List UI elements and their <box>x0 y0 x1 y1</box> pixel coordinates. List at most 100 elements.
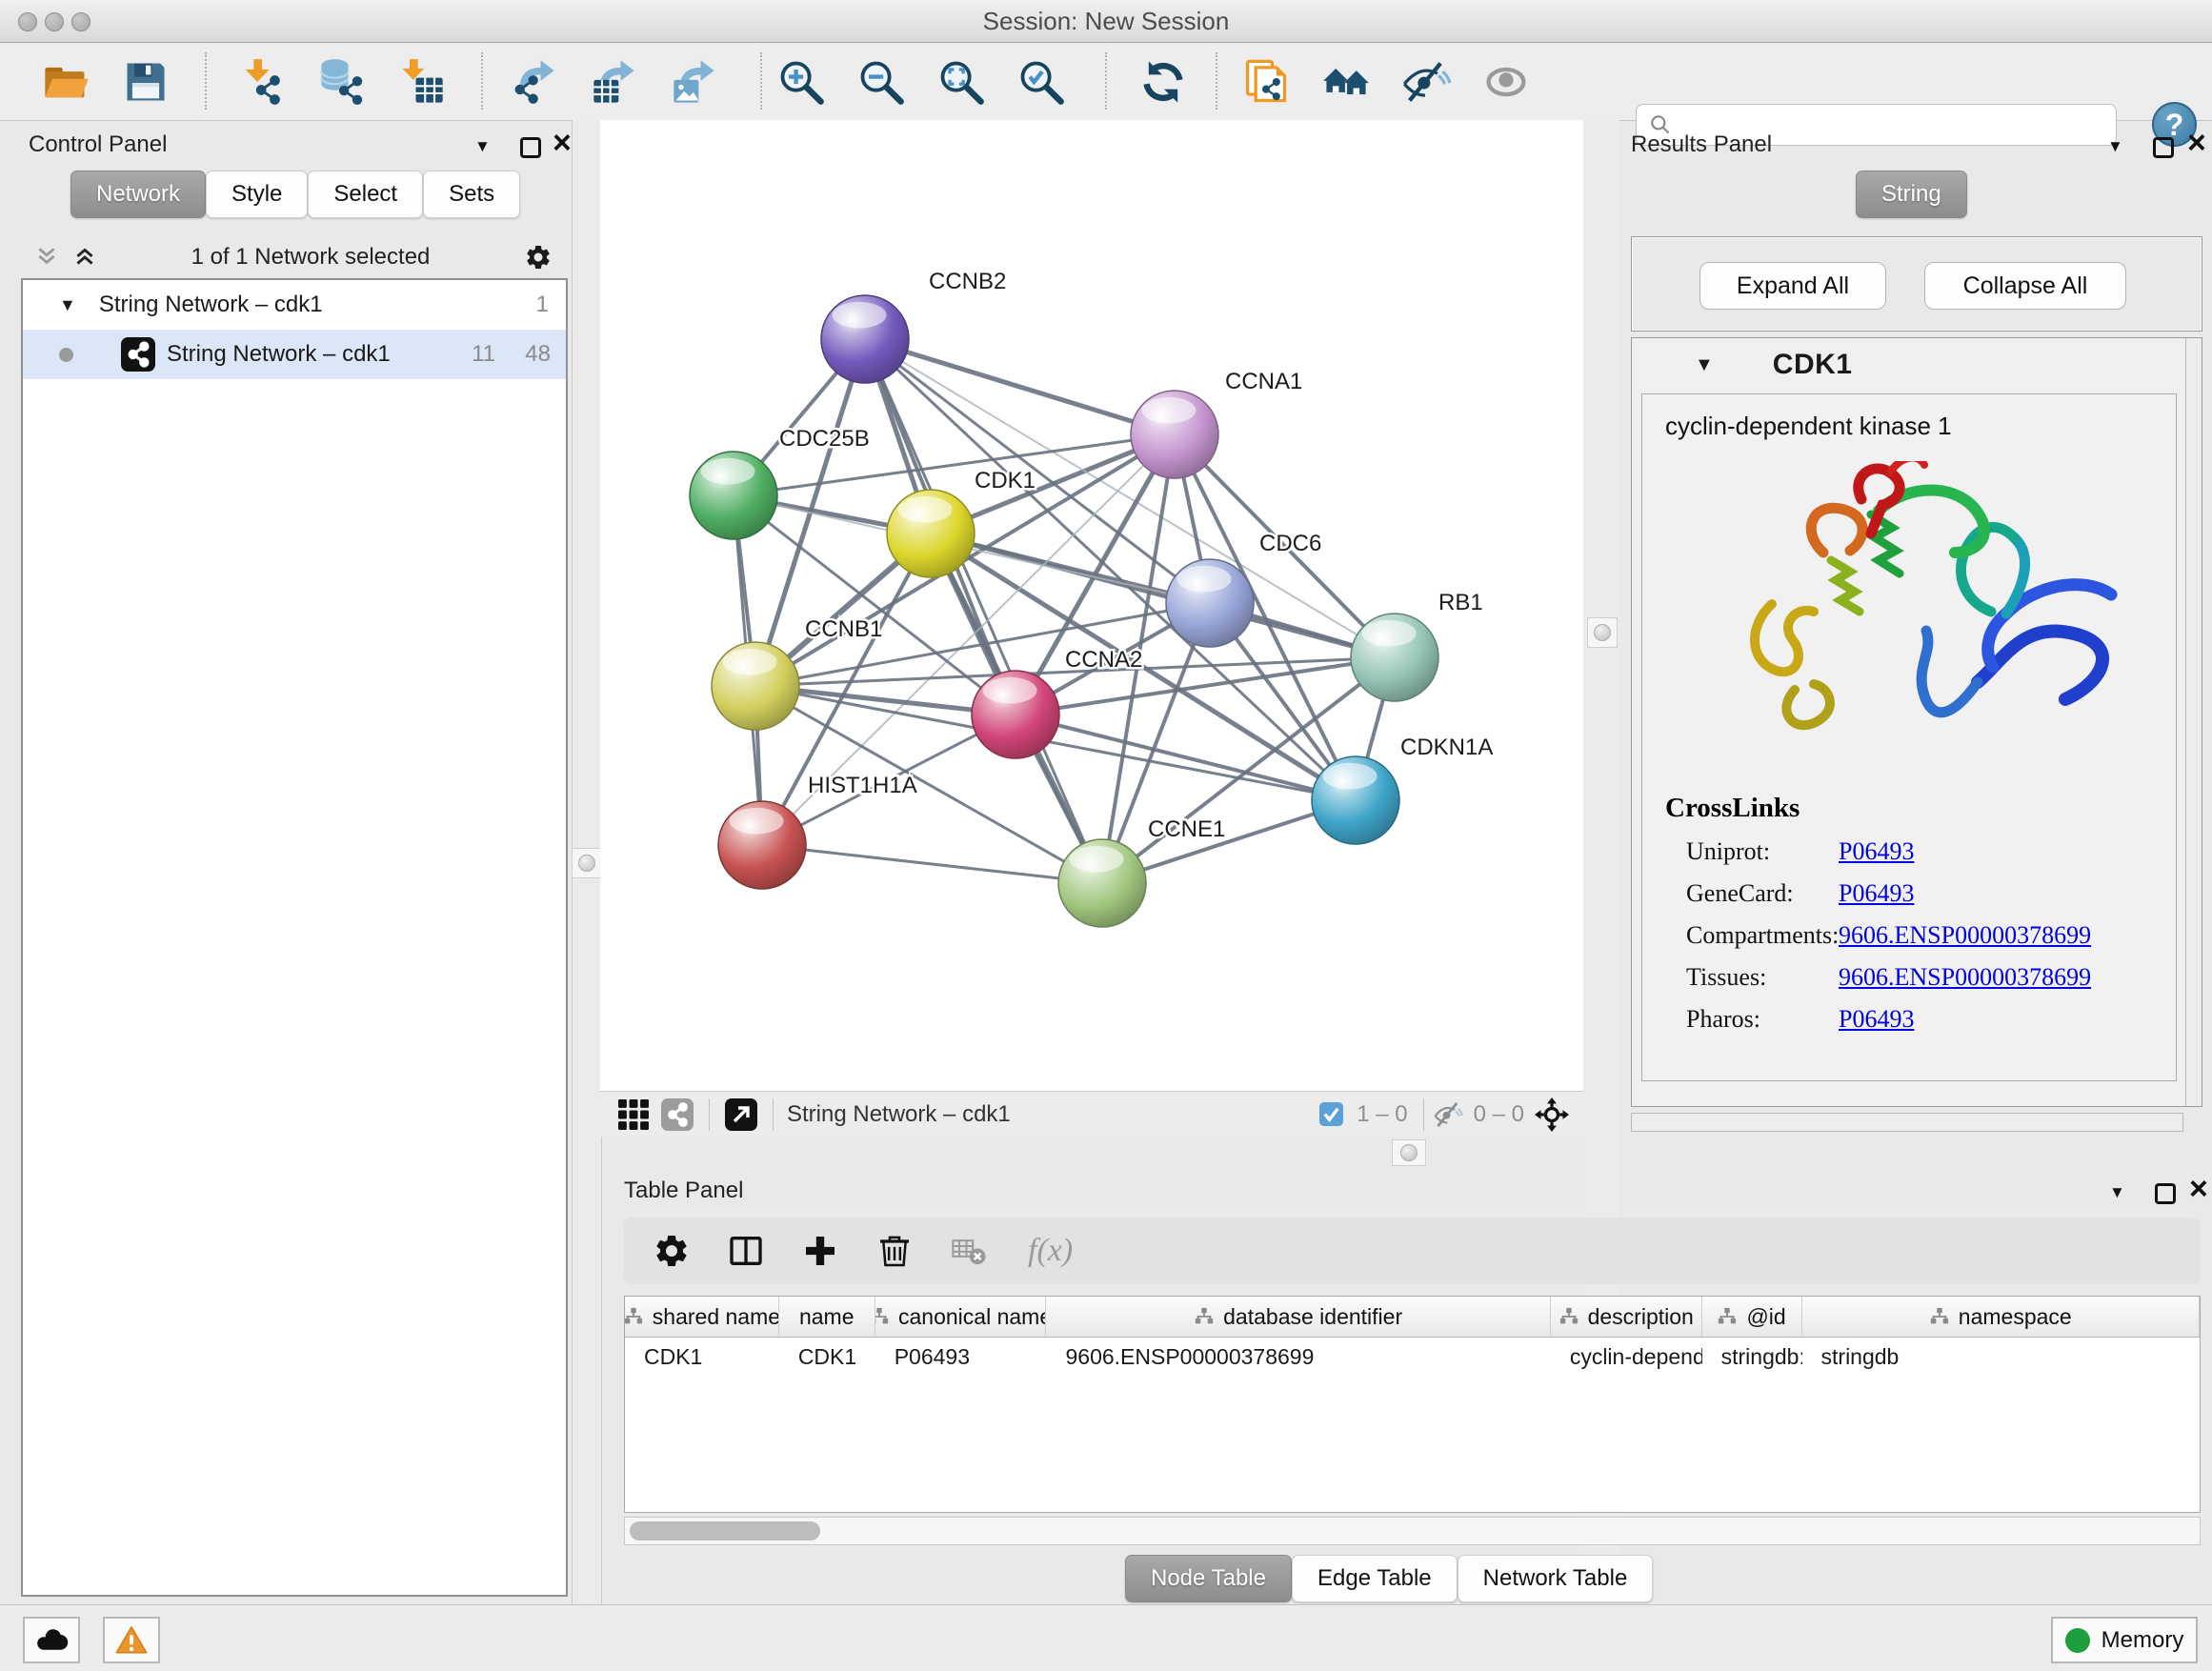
zoom-selected-button[interactable] <box>1014 53 1069 111</box>
results-vertical-scrollbar[interactable] <box>2185 338 2202 1106</box>
network-node-CCNB2[interactable]: CCNB2 <box>821 269 1006 383</box>
collapse-all-chevron-icon[interactable] <box>34 245 59 270</box>
tab-node-table[interactable]: Node Table <box>1125 1555 1292 1602</box>
zoom-out-button[interactable] <box>854 53 909 111</box>
table-cell[interactable]: stringdb:9... <box>1702 1338 1802 1376</box>
table-cell[interactable]: 9606.ENSP00000378699 <box>1046 1338 1550 1376</box>
table-panel-float-icon[interactable] <box>2155 1183 2176 1204</box>
control-panel-menu-caret-icon[interactable]: ▼ <box>474 137 491 156</box>
hide-panel-button[interactable] <box>1398 53 1454 111</box>
crosslink-link[interactable]: P06493 <box>1839 879 1914 908</box>
network-node-RB1[interactable]: RB1 <box>1351 590 1483 701</box>
save-session-button[interactable] <box>118 53 173 111</box>
import-table-button[interactable] <box>394 53 450 111</box>
results-horizontal-scrollbar[interactable] <box>1631 1113 2183 1132</box>
tab-sets[interactable]: Sets <box>423 171 520 218</box>
table-cell[interactable]: cyclin-dependent ... <box>1551 1338 1702 1376</box>
network-node-CDC25B[interactable]: CDC25B <box>690 426 870 539</box>
network-options-gear-icon[interactable] <box>524 243 553 272</box>
export-view-badge-icon[interactable] <box>723 1097 759 1133</box>
column-header-shared-name[interactable]: shared name <box>625 1297 779 1337</box>
column-header-description[interactable]: description <box>1551 1297 1702 1337</box>
left-splitter-grip[interactable] <box>572 848 602 878</box>
table-options-gear-button[interactable] <box>651 1230 693 1272</box>
node-label-CCNB1: CCNB1 <box>805 616 882 642</box>
show-panel-button[interactable] <box>1478 53 1534 111</box>
crosslink-link[interactable]: 9606.ENSP00000378699 <box>1839 963 2091 992</box>
control-panel-tabs: NetworkStyleSelectSets <box>70 171 520 218</box>
table-panel-close-icon[interactable]: × <box>2189 1179 2208 1198</box>
column-header--id[interactable]: @id <box>1702 1297 1802 1337</box>
column-header-name[interactable]: name <box>779 1297 875 1337</box>
collapse-all-button[interactable]: Collapse All <box>1924 262 2126 310</box>
table-cell[interactable]: P06493 <box>875 1338 1047 1376</box>
network-badge-gray-icon[interactable] <box>659 1097 695 1133</box>
export-network-button[interactable] <box>507 53 562 111</box>
tab-string[interactable]: String <box>1856 171 1967 218</box>
control-panel-close-icon[interactable]: × <box>553 133 572 152</box>
network-node-CDK1[interactable]: CDK1 <box>887 468 1036 577</box>
scrollbar-thumb[interactable] <box>630 1521 820 1540</box>
results-panel-menu-caret-icon[interactable]: ▼ <box>2107 137 2123 156</box>
show-columns-button[interactable] <box>725 1230 767 1272</box>
gene-section-caret-icon[interactable]: ▼ <box>1695 354 1714 376</box>
memory-label: Memory <box>2101 1627 2184 1654</box>
network-collection-row[interactable]: ▼ String Network – cdk1 1 <box>23 280 566 330</box>
network-row-selected[interactable]: String Network – cdk1 11 48 <box>23 330 566 379</box>
clone-network-button[interactable] <box>1238 53 1294 111</box>
namespace-icon <box>625 1306 644 1327</box>
export-table-button[interactable] <box>587 53 642 111</box>
crosslink-link[interactable]: P06493 <box>1839 837 1914 866</box>
zoom-in-button[interactable] <box>774 53 829 111</box>
delete-column-button[interactable] <box>874 1230 915 1272</box>
tab-select[interactable]: Select <box>308 171 423 218</box>
table-cell[interactable]: stringdb <box>1802 1338 2200 1376</box>
home-button[interactable] <box>1318 53 1374 111</box>
open-session-button[interactable] <box>38 53 93 111</box>
network-view-title: String Network – cdk1 <box>787 1101 1011 1128</box>
create-column-button[interactable] <box>799 1230 841 1272</box>
network-node-CDKN1A[interactable]: CDKN1A <box>1312 735 1493 844</box>
tab-edge-table[interactable]: Edge Table <box>1292 1555 1458 1602</box>
tab-style[interactable]: Style <box>206 171 308 218</box>
grid-view-icon[interactable] <box>615 1097 652 1133</box>
table-cell[interactable]: CDK1 <box>625 1338 779 1376</box>
right-splitter-grip[interactable] <box>1587 617 1618 648</box>
selected-items-checkbox[interactable] <box>1313 1097 1349 1133</box>
table-panel-menu-caret-icon[interactable]: ▼ <box>2109 1183 2125 1202</box>
import-network-button[interactable] <box>234 53 290 111</box>
tab-network[interactable]: Network <box>70 171 206 218</box>
node-label-CDC25B: CDC25B <box>779 426 870 452</box>
tab-network-table[interactable]: Network Table <box>1458 1555 1654 1602</box>
network-node-HIST1H1A[interactable]: HIST1H1A <box>718 773 917 889</box>
table-horizontal-scrollbar[interactable] <box>624 1517 2201 1545</box>
zoom-fit-button[interactable] <box>934 53 989 111</box>
network-node-CCNE1[interactable]: CCNE1 <box>1058 816 1225 927</box>
table-cell[interactable]: CDK1 <box>779 1338 875 1376</box>
network-node-CCNA1[interactable]: CCNA1 <box>1131 369 1302 478</box>
tree-caret-icon[interactable]: ▼ <box>59 295 76 315</box>
results-panel-close-icon[interactable]: × <box>2187 133 2206 152</box>
delete-table-button[interactable] <box>948 1230 990 1272</box>
export-image-button[interactable] <box>667 53 722 111</box>
bottom-splitter-grip[interactable] <box>1392 1139 1426 1166</box>
control-panel-float-icon[interactable] <box>520 137 541 158</box>
move-crosshair-icon[interactable] <box>1534 1097 1570 1133</box>
crosslink-link[interactable]: P06493 <box>1839 1005 1914 1034</box>
hidden-eye-icon[interactable] <box>1430 1097 1466 1133</box>
memory-button[interactable]: Memory <box>2051 1617 2198 1663</box>
expand-all-button[interactable]: Expand All <box>1699 262 1886 310</box>
refresh-button[interactable] <box>1136 53 1191 111</box>
crosslink-link[interactable]: 9606.ENSP00000378699 <box>1839 921 2091 950</box>
network-canvas[interactable]: CCNB2CCNA1CDC25BCDK1CDC6RB1CCNB1CCNA2CDK… <box>600 120 1583 1091</box>
cloud-status-button[interactable] <box>23 1617 80 1663</box>
column-header-database-identifier[interactable]: database identifier <box>1046 1297 1550 1337</box>
column-header-namespace[interactable]: namespace <box>1802 1297 2201 1337</box>
import-network-database-button[interactable] <box>314 53 370 111</box>
warnings-button[interactable] <box>103 1617 160 1663</box>
function-builder-button[interactable]: f(x) <box>1022 1232 1078 1270</box>
expand-all-chevron-icon[interactable] <box>72 245 97 270</box>
results-panel-float-icon[interactable] <box>2153 137 2174 158</box>
gene-section-header[interactable]: ▼ CDK1 <box>1632 338 2202 392</box>
column-header-canonical-name[interactable]: canonical name <box>875 1297 1047 1337</box>
